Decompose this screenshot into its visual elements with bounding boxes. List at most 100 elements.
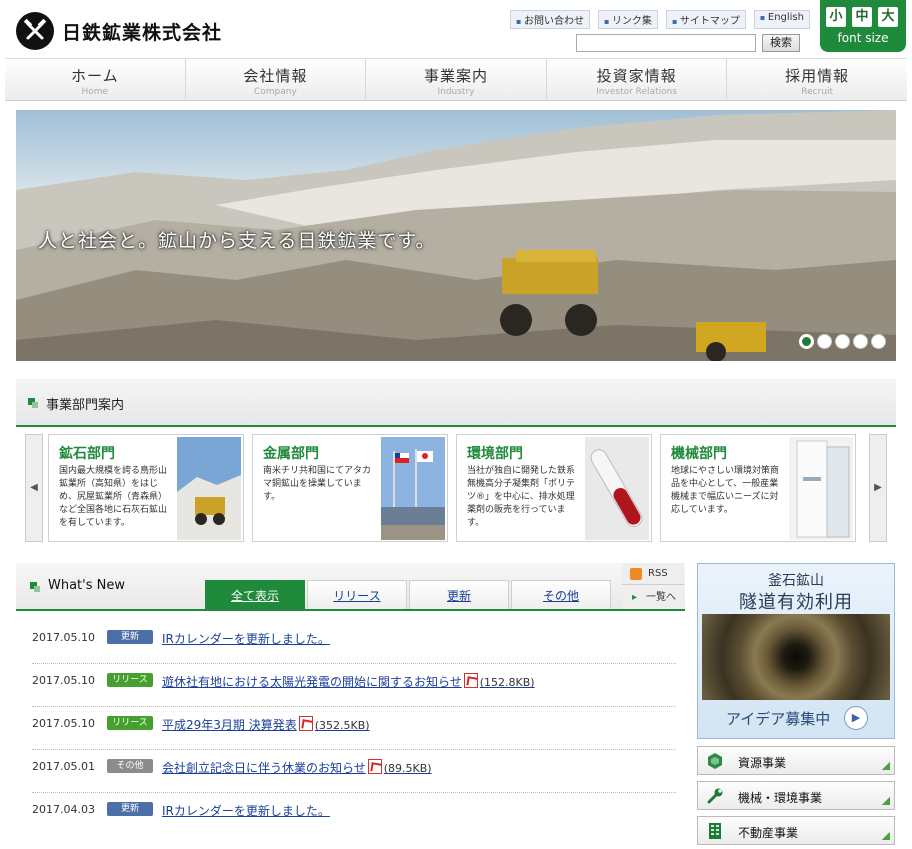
news-item: 2017.05.10 リリース 平成29年3月期 決算発表 (352.5KB)	[32, 707, 676, 750]
company-logo[interactable]: 日鉄鉱業株式会社	[16, 12, 222, 50]
news-date: 2017.05.10	[32, 631, 95, 644]
division-title: 環境部門	[467, 446, 523, 462]
news-date: 2017.05.10	[32, 674, 95, 687]
news-link[interactable]: 会社創立記念日に伴う休業のお知らせ (89.5KB)	[162, 759, 432, 776]
news-item: 2017.05.10 リリース 遊休社有地における太陽光発電の開始に関するお知ら…	[32, 664, 676, 707]
arrow-right-icon[interactable]: ▶	[844, 706, 868, 730]
machine-unit-image	[789, 437, 853, 540]
division-title: 鉱石部門	[59, 446, 115, 462]
nav-item-industry[interactable]: 事業案内 Industry	[366, 59, 547, 100]
news-item: 2017.04.03 更新 IRカレンダーを更新しました。	[32, 793, 676, 836]
news-link[interactable]: IRカレンダーを更新しました。	[162, 802, 330, 819]
nav-sublabel: Company	[253, 87, 297, 97]
carousel-prev-arrow-icon[interactable]: ◀	[25, 434, 43, 542]
company-name: 日鉄鉱業株式会社	[62, 21, 223, 44]
news-link[interactable]: IRカレンダーを更新しました。	[162, 630, 330, 647]
global-nav: ホーム Home 会社情報 Company 事業案内 Industry 投資家情報 In…	[5, 58, 907, 101]
nav-item-company[interactable]: 会社情報 Company	[186, 59, 367, 100]
nav-label: 会社情報	[243, 67, 308, 85]
slide-dot-3[interactable]	[835, 334, 850, 349]
search-input[interactable]	[576, 34, 756, 52]
slide-dot-4[interactable]	[853, 334, 868, 349]
news-date: 2017.05.10	[32, 717, 95, 730]
hero-slideshow[interactable]: 人と社会と。鉱山から支える日鉄鉱業です。	[16, 110, 896, 361]
quarry-truck-image	[177, 437, 241, 540]
division-card-environment[interactable]: 環境部門 当社が独自に開発した鉄系無機高分子凝集剤「ポリテツ®」を中心に、排水処…	[456, 434, 652, 542]
building-icon	[709, 823, 721, 839]
section-bullet-icon	[30, 582, 40, 592]
links-page-link[interactable]: リンク集	[597, 10, 658, 29]
sidebar-item-real-estate[interactable]: 不動産事業	[697, 816, 895, 845]
division-card-metal[interactable]: 金属部門 南米チリ共和国にてアタカマ銅鉱山を操業しています。	[252, 434, 448, 542]
nav-sublabel: Investor Relations	[596, 87, 677, 97]
division-card-machinery[interactable]: 機械部門 地球にやさしい環境対策商品を中心として、一般産業機械まで幅広いニーズに…	[660, 434, 856, 542]
news-badge: 更新	[107, 802, 153, 816]
pdf-icon	[367, 759, 382, 774]
division-title: 金属部門	[263, 446, 319, 462]
news-list-link[interactable]: 一覧へ	[622, 587, 684, 609]
tab-other[interactable]: その他	[511, 580, 611, 609]
tab-release[interactable]: リリース	[307, 580, 407, 609]
wrench-icon	[707, 788, 723, 804]
news-link[interactable]: 平成29年3月期 決算発表 (352.5KB)	[162, 716, 370, 733]
font-size-switcher: 小 中 大 font size	[820, 0, 906, 52]
rss-label: RSS	[648, 568, 668, 579]
news-text: IRカレンダーを更新しました。	[162, 804, 330, 818]
sidebar-item-machinery-environment[interactable]: 機械・環境事業	[697, 781, 895, 810]
sidebar-item-label: 機械・環境事業	[738, 791, 823, 805]
news-text: 平成29年3月期 決算発表	[162, 718, 297, 732]
nav-item-home[interactable]: ホーム Home	[5, 59, 186, 100]
nav-item-investor[interactable]: 投資家情報 Investor Relations	[547, 59, 728, 100]
pdf-icon	[463, 673, 478, 688]
crossed-hammers-icon	[16, 12, 54, 50]
font-size-medium-button[interactable]: 中	[852, 7, 872, 27]
slide-dot-1[interactable]	[799, 334, 814, 349]
news-badge: その他	[107, 759, 153, 773]
nav-label: 事業案内	[423, 67, 488, 85]
news-badge: リリース	[107, 716, 153, 730]
rss-icon	[630, 568, 642, 580]
contact-link[interactable]: お問い合わせ	[510, 10, 590, 29]
nav-label: ホーム	[71, 67, 119, 85]
division-card-ore[interactable]: 鉱石部門 国内最大規模を誇る鳥形山鉱業所（高知県）をはじめ、尻屋鉱業所（青森県）…	[48, 434, 244, 542]
corner-mark-icon	[882, 832, 890, 840]
slide-dot-2[interactable]	[817, 334, 832, 349]
news-date: 2017.05.01	[32, 760, 95, 773]
search-button[interactable]: 検索	[762, 34, 800, 52]
banner-title: 釜石鉱山	[768, 573, 824, 589]
division-desc: 当社が独自に開発した鉄系無機高分子凝集剤「ポリテツ®」を中心に、排水処理薬剤の販…	[467, 466, 576, 528]
font-size-large-button[interactable]: 大	[878, 7, 898, 27]
corner-mark-icon	[882, 797, 890, 805]
nav-label: 投資家情報	[596, 67, 677, 85]
carousel-next-arrow-icon[interactable]: ▶	[869, 434, 887, 542]
slide-dot-5[interactable]	[871, 334, 886, 349]
tab-all[interactable]: 全て表示	[205, 580, 305, 609]
nav-item-recruit[interactable]: 採用情報 Recruit	[727, 59, 907, 100]
nav-label: 採用情報	[785, 67, 850, 85]
sidebar-item-resources[interactable]: 資源事業	[697, 746, 895, 775]
division-desc: 南米チリ共和国にてアタカマ銅鉱山を操業しています。	[263, 466, 372, 502]
news-text: IRカレンダーを更新しました。	[162, 632, 330, 646]
corner-mark-icon	[882, 762, 890, 770]
pdf-icon	[298, 716, 313, 731]
section-bullet-icon	[28, 398, 38, 408]
banner-cta: アイデア募集中	[726, 710, 831, 728]
english-link[interactable]: English	[753, 10, 810, 29]
rss-link[interactable]: RSS	[622, 563, 684, 585]
news-title: What's New	[48, 578, 125, 593]
test-tube-image	[585, 437, 649, 540]
news-badge: リリース	[107, 673, 153, 687]
division-desc: 国内最大規模を誇る鳥形山鉱業所（高知県）をはじめ、尻屋鉱業所（青森県）など全国各…	[59, 466, 168, 528]
banner-subtitle: 隧道有効利用	[739, 592, 853, 613]
font-size-label: font size	[837, 31, 889, 45]
divisions-title: 事業部門案内	[46, 398, 125, 413]
news-date: 2017.04.03	[32, 803, 95, 816]
sidebar-item-label: 不動産事業	[738, 826, 799, 840]
news-link[interactable]: 遊休社有地における太陽光発電の開始に関するお知らせ (152.8KB)	[162, 673, 535, 690]
division-title: 機械部門	[671, 446, 727, 462]
font-size-small-button[interactable]: 小	[826, 7, 846, 27]
kamaishi-mine-banner[interactable]: 釜石鉱山 隧道有効利用 アイデア募集中 ▶	[697, 563, 895, 739]
sitemap-link[interactable]: サイトマップ	[665, 10, 746, 29]
news-badge: 更新	[107, 630, 153, 644]
tab-update[interactable]: 更新	[409, 580, 509, 609]
